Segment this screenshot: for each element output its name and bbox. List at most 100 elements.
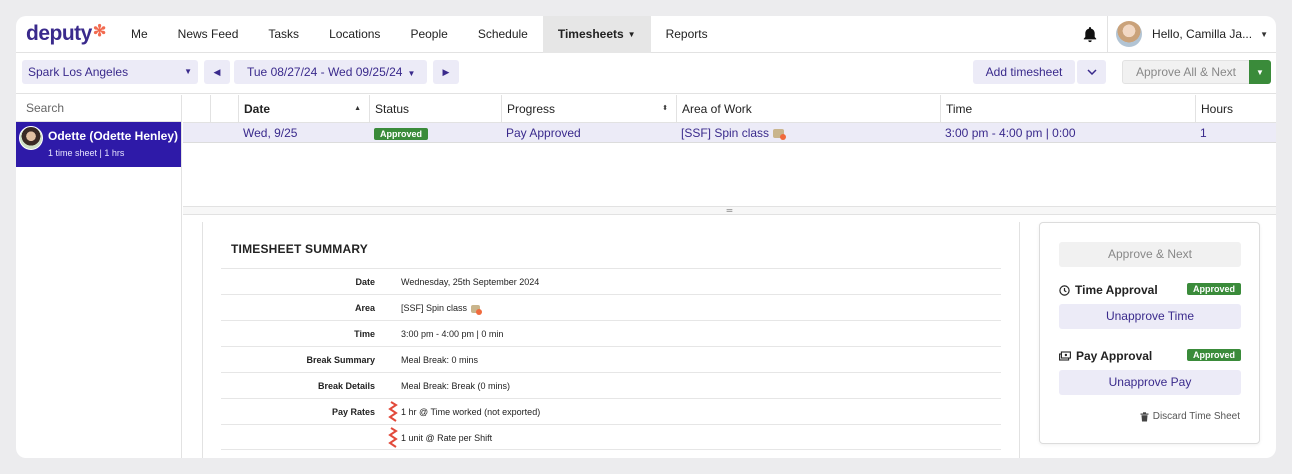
add-timesheet-options-button[interactable] xyxy=(1077,60,1106,84)
table-row[interactable]: Wed, 9/25 Approved Pay Approved [SSF] Sp… xyxy=(183,123,1276,143)
time-approval-label: Time Approval xyxy=(1075,283,1158,297)
timesheet-table: Date ▲ Status Progress ⬍ Area of Work Ti… xyxy=(183,95,1276,143)
employee-search-input[interactable]: Search xyxy=(16,95,181,122)
cell-time: 3:00 pm - 4:00 pm | 0:00 xyxy=(945,126,1076,140)
nav-me[interactable]: Me xyxy=(116,16,163,53)
summary-value: [SSF] Spin class xyxy=(401,295,483,321)
column-area-of-work[interactable]: Area of Work xyxy=(676,95,940,123)
column-hours[interactable]: Hours xyxy=(1195,95,1276,123)
caret-down-icon: ▼ xyxy=(1256,67,1264,77)
column-progress[interactable]: Progress ⬍ xyxy=(501,95,676,123)
pay-rate-squiggle-icon xyxy=(388,427,398,448)
column-status[interactable]: Status xyxy=(369,95,501,123)
summary-label: Time xyxy=(354,329,375,339)
next-period-button[interactable]: ▶ xyxy=(433,60,459,84)
time-approval-badge: Approved xyxy=(1186,283,1241,295)
summary-label: Date xyxy=(355,277,375,287)
employee-meta: 1 time sheet | 1 hrs xyxy=(48,148,125,158)
caret-down-icon: ▼ xyxy=(627,29,636,39)
pane-resize-handle[interactable]: ═ xyxy=(183,206,1276,215)
icon-column-header xyxy=(210,95,238,123)
summary-label: Area xyxy=(354,303,375,313)
table-header: Date ▲ Status Progress ⬍ Area of Work Ti… xyxy=(183,95,1276,123)
pay-rate-squiggle-icon xyxy=(388,401,398,422)
caret-left-icon: ◀ xyxy=(213,66,221,77)
user-greeting: Hello, Camilla Ja... xyxy=(1152,27,1253,41)
top-navigation: deputy ✻ Me News Feed Tasks Locations Peo… xyxy=(16,16,1276,53)
caret-right-icon: ▶ xyxy=(442,66,450,77)
trash-icon xyxy=(1140,411,1149,421)
summary-row-date: Date Wednesday, 25th September 2024 xyxy=(221,268,1001,294)
summary-row-break-summary: Break Summary Meal Break: 0 mins xyxy=(221,346,1001,372)
status-badge: Approved xyxy=(374,127,429,140)
approval-panel: Approve & Next Time Approval Approved Un… xyxy=(1039,222,1260,444)
add-timesheet-button[interactable]: Add timesheet xyxy=(973,60,1075,84)
summary-value: 3:00 pm - 4:00 pm | 0 min xyxy=(401,329,504,339)
column-time[interactable]: Time xyxy=(940,95,1195,123)
summary-row-time: Time 3:00 pm - 4:00 pm | 0 min xyxy=(221,320,1001,346)
summary-value: Meal Break: 0 mins xyxy=(401,355,479,365)
nav-people[interactable]: People xyxy=(395,16,462,53)
app-window: deputy ✻ Me News Feed Tasks Locations Peo… xyxy=(16,16,1276,458)
summary-value: Meal Break: Break (0 mins) xyxy=(401,381,511,391)
user-avatar xyxy=(1116,21,1143,47)
nav-schedule[interactable]: Schedule xyxy=(463,16,543,53)
discard-label: Discard Time Sheet xyxy=(1152,411,1240,422)
chevron-down-icon xyxy=(1086,69,1097,75)
column-date[interactable]: Date ▲ xyxy=(238,95,369,123)
location-select-label: Spark Los Angeles xyxy=(28,65,129,79)
approve-all-next-button[interactable]: Approve All & Next xyxy=(1122,60,1250,84)
area-class-icon xyxy=(773,129,787,141)
pay-approval-label: Pay Approval xyxy=(1076,349,1153,363)
time-approval-header: Time Approval Approved xyxy=(1059,283,1241,297)
employee-name: Odette (Odette Henley) xyxy=(48,129,179,143)
drag-handle-icon: ═ xyxy=(726,206,733,215)
sort-ascending-icon: ▲ xyxy=(354,105,361,112)
approve-all-options-button[interactable]: ▼ xyxy=(1249,60,1271,84)
cell-area-label: [SSF] Spin class xyxy=(681,126,770,140)
date-range-label: Tue 08/27/24 - Wed 09/25/24 xyxy=(247,65,403,79)
nav-right-group: Hello, Camilla Ja... ▼ xyxy=(1072,16,1276,53)
cell-date: Wed, 9/25 xyxy=(243,126,298,140)
nav-locations[interactable]: Locations xyxy=(314,16,395,53)
location-select[interactable]: Spark Los Angeles ▼ xyxy=(22,60,198,84)
notifications-bell-icon[interactable] xyxy=(1072,16,1109,53)
area-class-icon xyxy=(471,304,483,315)
nav-tasks[interactable]: Tasks xyxy=(253,16,314,53)
summary-row-area: Area [SSF] Spin class xyxy=(221,294,1001,320)
unapprove-pay-button[interactable]: Unapprove Pay xyxy=(1059,370,1241,395)
select-column-header[interactable] xyxy=(183,95,210,123)
summary-label: Pay Rates xyxy=(331,407,375,417)
summary-label: Break Summary xyxy=(306,355,375,365)
summary-row-pay-rates-2: 1 unit @ Rate per Shift xyxy=(221,424,1001,450)
unapprove-time-button[interactable]: Unapprove Time xyxy=(1059,304,1241,329)
summary-value: 1 hr @ Time worked (not exported) xyxy=(401,407,541,417)
date-range-select[interactable]: Tue 08/27/24 - Wed 09/25/24 ▼ xyxy=(234,60,427,84)
nav-timesheets[interactable]: Timesheets ▼ xyxy=(542,16,651,53)
cell-status: Approved xyxy=(369,123,429,143)
cell-hours: 1 xyxy=(1200,126,1207,140)
nav-timesheets-label: Timesheets xyxy=(557,27,624,41)
previous-period-button[interactable]: ◀ xyxy=(204,60,230,84)
timesheet-toolbar: Spark Los Angeles ▼ ◀ Tue 08/27/24 - Wed… xyxy=(16,54,1276,94)
summary-row-pay-rates: Pay Rates 1 hr @ Time worked (not export… xyxy=(221,398,1001,424)
summary-label: Break Details xyxy=(317,381,375,391)
deputy-logo[interactable]: deputy ✻ xyxy=(16,22,116,46)
user-menu[interactable]: Hello, Camilla Ja... ▼ xyxy=(1108,16,1276,53)
employee-sidebar: Search Odette (Odette Henley) 1 time she… xyxy=(16,95,182,458)
column-progress-label: Progress xyxy=(507,102,556,116)
employee-avatar xyxy=(19,126,43,150)
summary-value: 1 unit @ Rate per Shift xyxy=(401,433,493,443)
money-icon xyxy=(1059,351,1071,361)
nav-news-feed[interactable]: News Feed xyxy=(163,16,254,53)
caret-down-icon: ▼ xyxy=(184,67,192,76)
nav-reports[interactable]: Reports xyxy=(651,16,723,53)
pay-approval-title: Pay Approval xyxy=(1059,349,1152,363)
time-approval-title: Time Approval xyxy=(1059,283,1158,297)
discard-timesheet-link[interactable]: Discard Time Sheet xyxy=(1140,411,1240,422)
approve-next-button[interactable]: Approve & Next xyxy=(1059,242,1241,267)
logo-star-icon: ✻ xyxy=(92,23,106,40)
employee-list-item[interactable]: Odette (Odette Henley) 1 time sheet | 1 … xyxy=(16,122,181,167)
summary-value: Wednesday, 25th September 2024 xyxy=(401,277,540,287)
clock-icon xyxy=(1059,284,1070,296)
